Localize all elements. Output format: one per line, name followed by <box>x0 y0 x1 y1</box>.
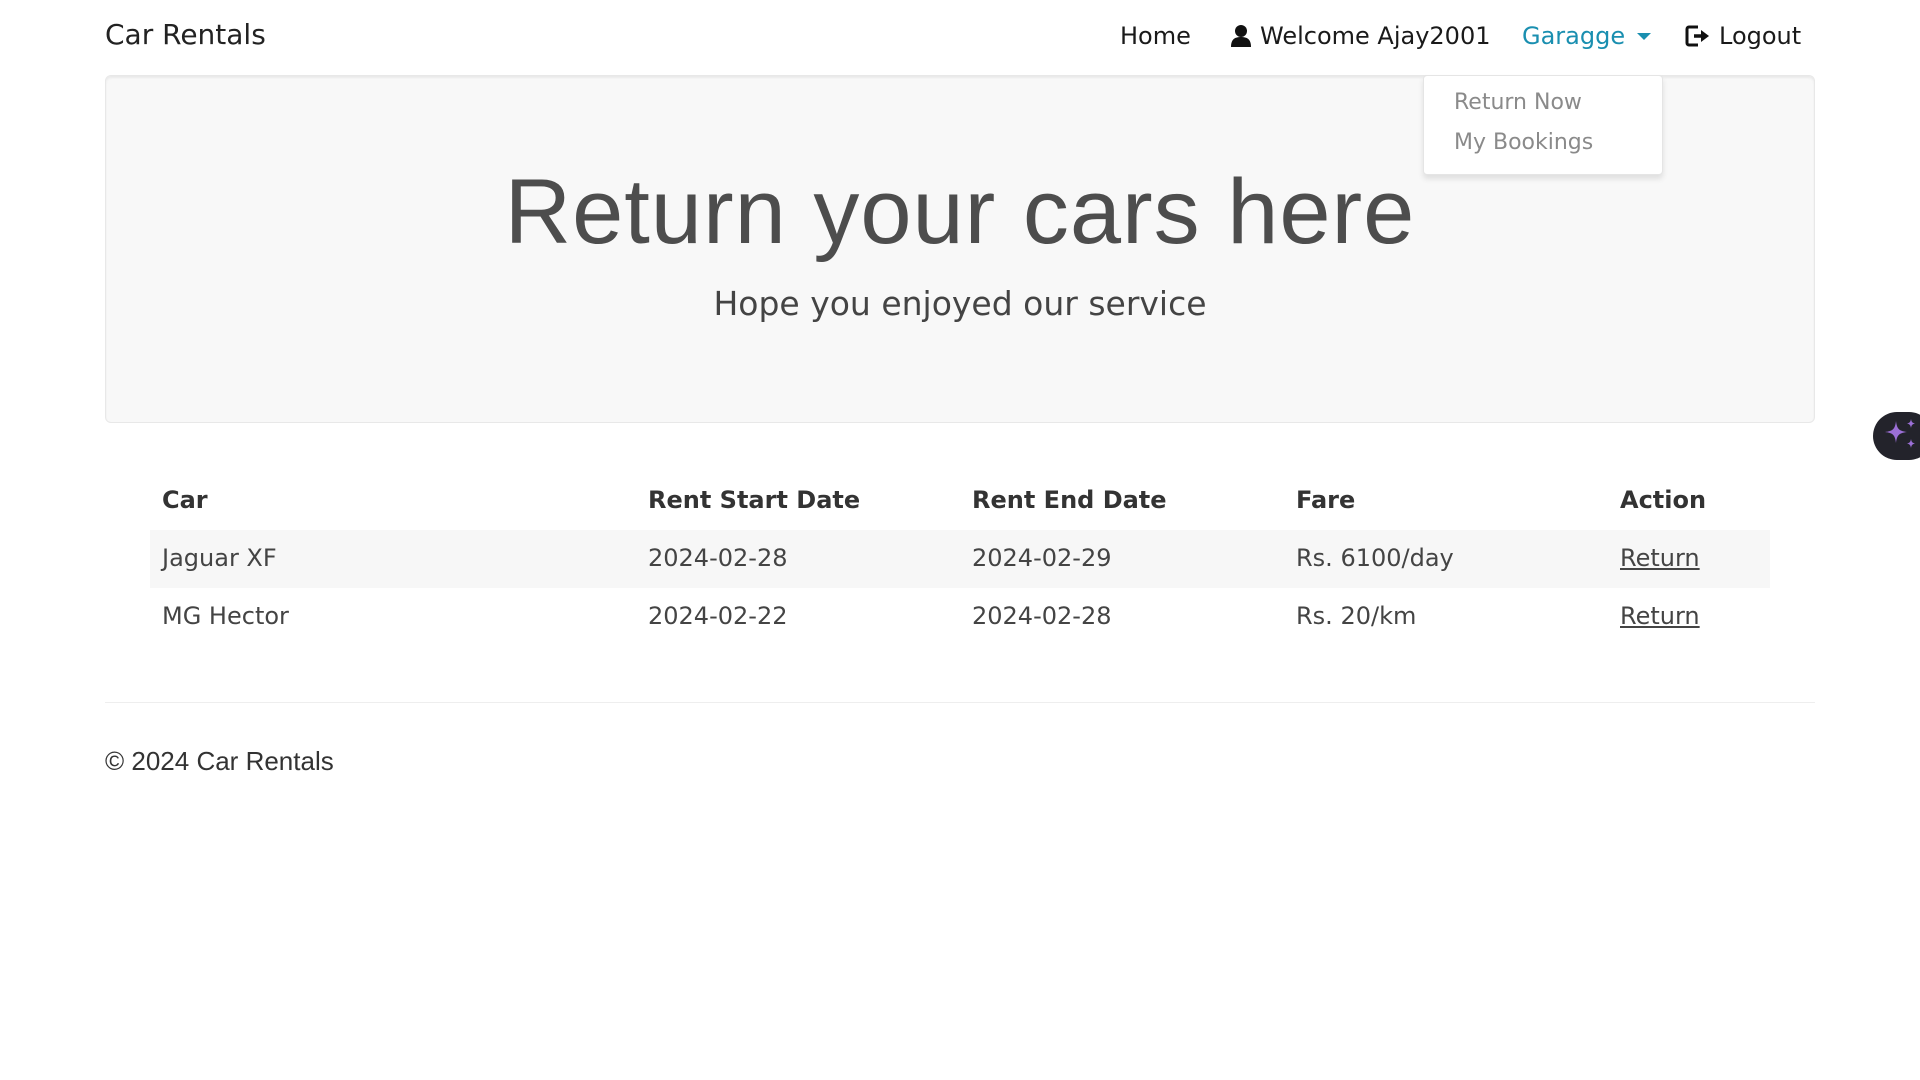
nav-home-link[interactable]: Home <box>1120 22 1191 50</box>
nav-welcome-user[interactable]: Welcome Ajay2001 <box>1230 22 1490 50</box>
return-link[interactable]: Return <box>1620 602 1700 630</box>
nav-home-label: Home <box>1120 22 1191 50</box>
table-row: MG Hector 2024-02-22 2024-02-28 Rs. 20/k… <box>150 588 1770 646</box>
table-header-row: Car Rent Start Date Rent End Date Fare A… <box>150 472 1770 530</box>
chevron-down-icon <box>1637 32 1652 40</box>
cell-rent-start-date: 2024-02-22 <box>648 602 788 630</box>
footer-copyright: © 2024 Car Rentals <box>105 746 334 776</box>
bookings-table: Car Rent Start Date Rent End Date Fare A… <box>150 472 1770 646</box>
nav-logout-link[interactable]: Logout <box>1685 22 1801 50</box>
column-header-action: Action <box>1620 486 1707 514</box>
nav-garage-dropdown-toggle[interactable]: Garagge <box>1522 22 1652 50</box>
column-header-rent-end-date: Rent End Date <box>972 486 1167 514</box>
footer-divider <box>105 702 1815 703</box>
column-header-rent-start-date: Rent Start Date <box>648 486 861 514</box>
nav-garage-label: Garagge <box>1522 22 1626 50</box>
cell-car: Jaguar XF <box>162 544 277 572</box>
table-row: Jaguar XF 2024-02-28 2024-02-29 Rs. 6100… <box>150 530 1770 588</box>
cell-rent-start-date: 2024-02-28 <box>648 544 788 572</box>
user-icon <box>1230 24 1252 48</box>
garage-dropdown-menu: Return Now My Bookings <box>1423 75 1663 175</box>
nav-logout-label: Logout <box>1719 22 1802 50</box>
nav-welcome-label: Welcome Ajay2001 <box>1260 22 1491 50</box>
return-link[interactable]: Return <box>1620 544 1700 572</box>
cell-rent-end-date: 2024-02-29 <box>972 544 1112 572</box>
menu-item-my-bookings[interactable]: My Bookings <box>1454 130 1593 155</box>
page-subtitle: Hope you enjoyed our service <box>713 284 1207 323</box>
cell-fare: Rs. 6100/day <box>1296 544 1454 572</box>
cell-fare: Rs. 20/km <box>1296 602 1417 630</box>
cell-car: MG Hector <box>162 602 289 630</box>
sparkle-icon <box>1883 417 1919 455</box>
brand-logo-text[interactable]: Car Rentals <box>105 18 266 51</box>
column-header-fare: Fare <box>1296 486 1356 514</box>
logout-icon <box>1685 24 1711 48</box>
menu-item-return-now[interactable]: Return Now <box>1454 90 1582 115</box>
column-header-car: Car <box>162 486 208 514</box>
page-title: Return your cars here <box>504 161 1416 263</box>
assistant-floating-button[interactable] <box>1873 412 1920 460</box>
navbar: Car Rentals Home Welcome Ajay2001 Garagg… <box>0 0 1920 76</box>
cell-rent-end-date: 2024-02-28 <box>972 602 1112 630</box>
